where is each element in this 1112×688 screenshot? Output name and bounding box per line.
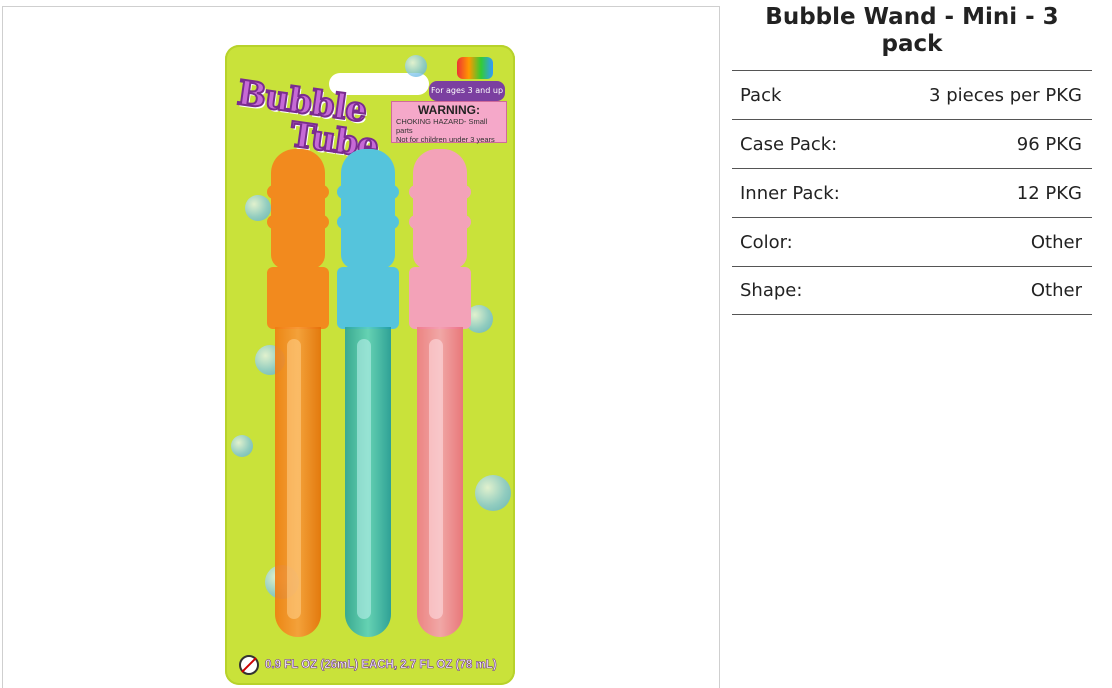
spec-row-pack: Pack 3 pieces per PKG (732, 70, 1092, 119)
bubble-decoration (245, 195, 271, 221)
spec-value: 12 PKG (1016, 182, 1082, 204)
bubble-decoration (405, 55, 427, 77)
spec-row-case-pack: Case Pack: 96 PKG (732, 119, 1092, 168)
spec-label: Pack (740, 84, 782, 106)
product-title: Bubble Wand - Mini - 3 pack (765, 4, 1059, 57)
bubble-decoration (231, 435, 253, 457)
spec-value: 96 PKG (1016, 133, 1082, 155)
spec-label: Case Pack: (740, 133, 838, 155)
no-small-children-icon (239, 655, 259, 675)
age-badge: For ages 3 and up (429, 81, 505, 101)
specs-table: Pack 3 pieces per PKG Case Pack: 96 PKG … (732, 70, 1092, 315)
spec-row-shape: Shape: Other (732, 266, 1092, 315)
product-image[interactable]: For ages 3 and up Bubble Tube WARNING: C… (225, 45, 515, 685)
spec-row-color: Color: Other (732, 217, 1092, 266)
spec-label: Color: (740, 231, 793, 253)
spec-value: 3 pieces per PKG (929, 84, 1082, 106)
spec-row-inner-pack: Inner Pack: 12 PKG (732, 168, 1092, 217)
product-image-frame: For ages 3 and up Bubble Tube WARNING: C… (2, 6, 720, 688)
spec-label: Inner Pack: (740, 182, 840, 204)
volume-label: 0.9 FL OZ (26mL) EACH, 2.7 FL OZ (78 mL) (239, 653, 509, 677)
warning-label: WARNING: CHOKING HAZARD- Small parts Not… (391, 101, 507, 144)
bubble-decoration (475, 475, 511, 511)
spec-value: Other (1030, 280, 1082, 301)
spec-value: Other (1030, 231, 1082, 253)
spec-label: Shape: (740, 280, 803, 301)
brand-mini-logo (457, 57, 493, 79)
